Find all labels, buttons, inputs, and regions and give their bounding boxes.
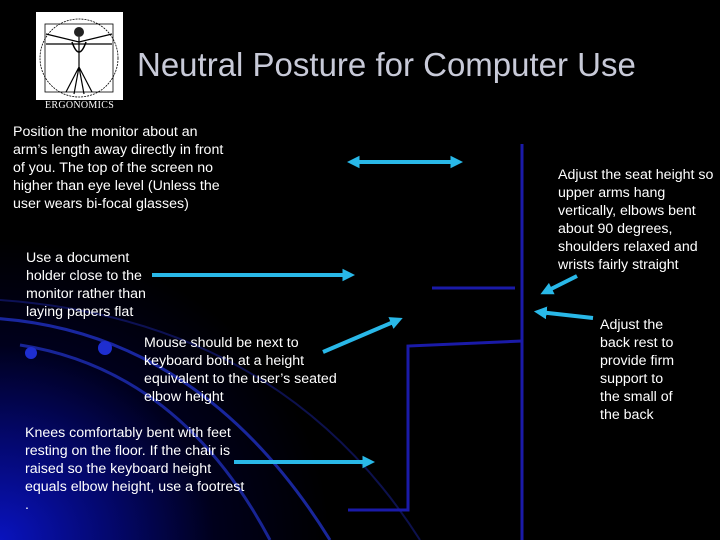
- monitor-note: Position the monitor about an arm’s leng…: [13, 124, 224, 212]
- knees-note: Knees comfortably bent with feet resting…: [25, 425, 245, 513]
- document-holder-note: Use a document holder close to the monit…: [26, 250, 146, 320]
- mouse-note: Mouse should be next to keyboard both at…: [144, 335, 337, 405]
- chair-seat-line: [348, 339, 523, 512]
- backrest-note: Adjust the back rest to provide firm sup…: [600, 317, 675, 423]
- backrest-arrow: [533, 306, 594, 320]
- seat-height-arrow: [540, 274, 578, 295]
- seat-height-note: Adjust the seat height so upper arms han…: [558, 167, 714, 273]
